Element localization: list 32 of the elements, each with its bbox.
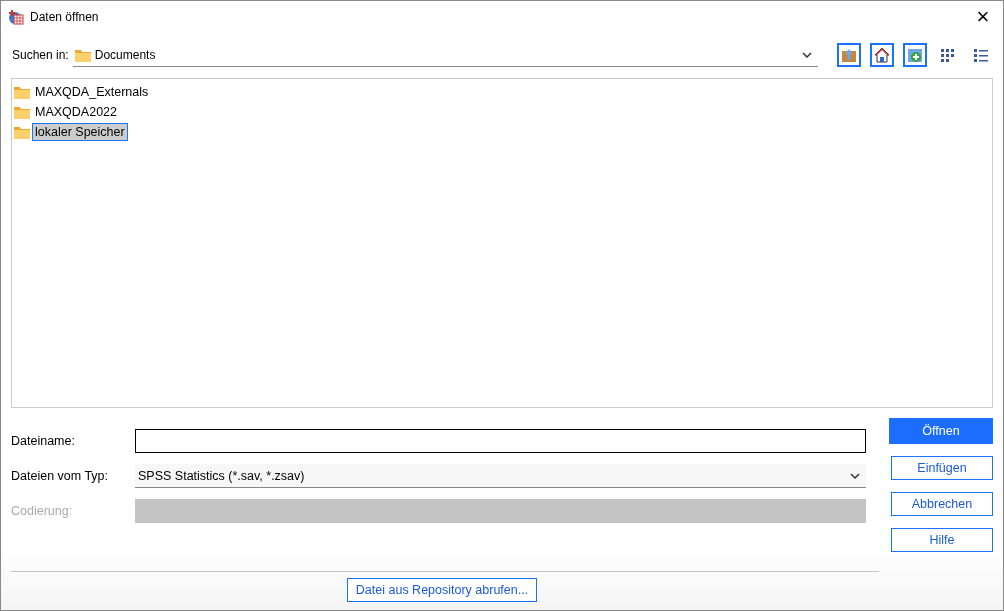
folder-icon: [14, 105, 30, 119]
app-icon: [8, 8, 24, 25]
close-button[interactable]: ×: [963, 1, 1003, 32]
file-name-field[interactable]: [135, 429, 866, 453]
field-label: Codierung:: [11, 504, 74, 518]
folder-icon: [74, 47, 91, 62]
folder-icon: [14, 85, 30, 99]
caret-icon: [850, 472, 860, 479]
up-arrow-icon: [841, 47, 857, 63]
folder-item[interactable]: lokaler Speicher: [32, 123, 128, 141]
field-label: Dateiname:: [11, 434, 76, 448]
folder-item[interactable]: MAXQDA_Externals: [32, 83, 152, 101]
look-in-dropdown[interactable]: Documents: [72, 43, 818, 67]
home-icon: [874, 47, 890, 63]
dialog-button[interactable]: Abbrechen: [891, 492, 993, 516]
home-button[interactable]: [870, 43, 894, 67]
look-in-label: Suchen in:: [12, 48, 69, 62]
field-label: Dateien vom Typ:: [11, 469, 110, 483]
open-button[interactable]: Öffnen: [889, 418, 993, 444]
new-folder-button[interactable]: [903, 43, 927, 67]
new-folder-icon: [907, 47, 923, 63]
up-folder-button[interactable]: [837, 43, 861, 67]
dialog-button[interactable]: Hilfe: [891, 528, 993, 552]
dialog-button[interactable]: Einfügen: [891, 456, 993, 480]
list-view-icon: [973, 47, 989, 63]
repository-button[interactable]: Datei aus Repository abrufen...: [347, 578, 537, 602]
file-type-dropdown[interactable]: SPSS Statistics (*.sav, *.zsav): [135, 464, 866, 488]
caret-icon: [802, 51, 812, 58]
window-title: Daten öffnen: [30, 9, 100, 24]
folder-item[interactable]: MAXQDA2022: [32, 103, 120, 121]
grid-view-icon: [940, 47, 956, 63]
folder-icon: [14, 125, 30, 139]
